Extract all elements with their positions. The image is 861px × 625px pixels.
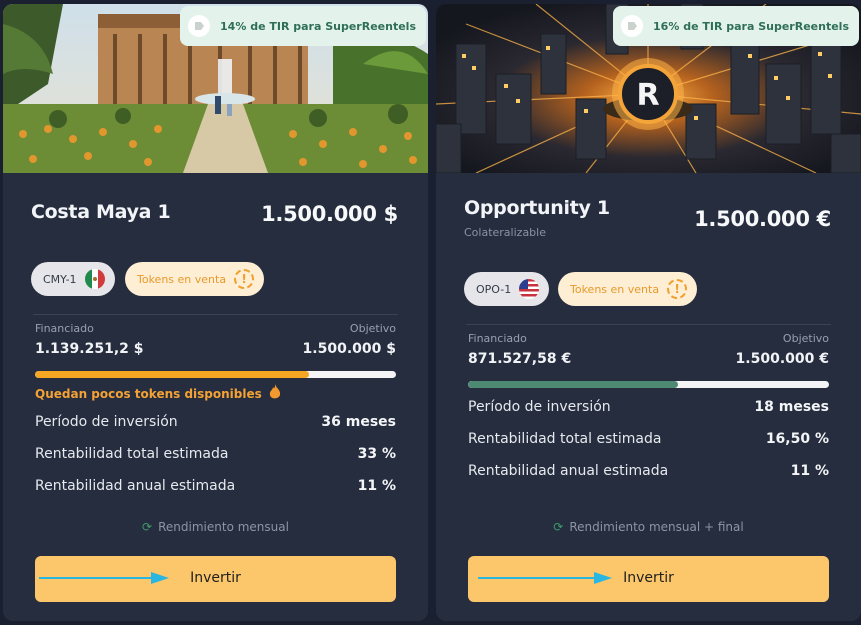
total-return-row: Rentabilidad total estimada 16,50 % (468, 431, 829, 451)
mexico-flag-icon (84, 269, 105, 289)
sale-status-text: Tokens en venta (570, 282, 660, 296)
row-label: Período de inversión (35, 414, 178, 430)
token-code-chip: OPO-1 (464, 272, 550, 306)
property-title: Costa Maya 1 (31, 201, 171, 223)
sale-status-chip: Tokens en venta ! (125, 262, 265, 296)
alert-icon: ! (234, 269, 255, 289)
property-image[interactable]: R 16% de TIR para SuperReentels (436, 4, 861, 173)
row-value: 36 meses (321, 414, 396, 430)
investment-period-row: Período de inversión 36 meses (35, 414, 396, 434)
row-label: Rentabilidad anual estimada (468, 463, 669, 479)
irr-badge-text: 16% de TIR para SuperReentels (653, 19, 849, 33)
row-value: 33 % (357, 446, 396, 462)
irr-badge-text: 14% de TIR para SuperReentels (220, 19, 416, 33)
goal-label: Objetivo (782, 332, 829, 345)
row-value: 18 meses (754, 399, 829, 415)
goal-label: Objetivo (349, 322, 396, 335)
goal-value: 1.500.000 € (735, 351, 829, 367)
token-code: OPO-1 (476, 282, 512, 296)
token-code: CMY-1 (43, 272, 77, 286)
irr-badge: 14% de TIR para SuperReentels (180, 6, 426, 46)
total-return-row: Rentabilidad total estimada 33 % (35, 446, 396, 466)
tag-icon (621, 15, 644, 37)
low-tokens-warning: Quedan pocos tokens disponibles (35, 384, 282, 403)
payout-text: Rendimiento mensual (158, 520, 289, 534)
invest-button-label: Invertir (190, 570, 241, 586)
funding-progress-fill (468, 381, 678, 388)
sale-status-chip: Tokens en venta ! (558, 272, 698, 306)
annual-return-row: Rentabilidad anual estimada 11 % (468, 463, 829, 483)
usa-flag-icon (519, 279, 540, 299)
funding-progress-bar (468, 381, 829, 388)
invest-button[interactable]: Invertir (468, 556, 829, 602)
divider (466, 324, 831, 325)
warning-text: Quedan pocos tokens disponibles (35, 386, 262, 401)
svg-text:R: R (636, 78, 659, 113)
property-price: 1.500.000 € (694, 207, 831, 231)
funding-progress-fill (35, 371, 310, 378)
funded-value: 871.527,58 € (468, 351, 572, 367)
row-value: 11 % (790, 463, 829, 479)
goal-value: 1.500.000 $ (302, 341, 396, 357)
tag-icon (188, 15, 211, 37)
refresh-icon: ⟳ (142, 520, 153, 534)
payout-type: ⟳ Rendimiento mensual + final (436, 520, 861, 534)
invest-button-label: Invertir (623, 570, 674, 586)
funded-label: Financiado (468, 332, 527, 345)
refresh-icon: ⟳ (553, 520, 564, 534)
investment-period-row: Período de inversión 18 meses (468, 399, 829, 419)
property-card-opportunity[interactable]: R 16% de TIR para SuperReentels Opportun… (436, 4, 861, 621)
property-title: Opportunity 1 (464, 197, 610, 219)
row-value: 11 % (357, 478, 396, 494)
funded-value: 1.139.251,2 $ (35, 341, 144, 357)
row-label: Rentabilidad anual estimada (35, 478, 236, 494)
property-subtitle: Colateralizable (464, 226, 546, 239)
funded-label: Financiado (35, 322, 94, 335)
fire-icon (268, 384, 282, 403)
funding-progress-bar (35, 371, 396, 378)
sale-status-text: Tokens en venta (137, 272, 227, 286)
property-price: 1.500.000 $ (261, 202, 398, 226)
row-label: Rentabilidad total estimada (468, 431, 662, 447)
annual-return-row: Rentabilidad anual estimada 11 % (35, 478, 396, 498)
irr-badge: 16% de TIR para SuperReentels (613, 6, 859, 46)
row-label: Período de inversión (468, 399, 611, 415)
invest-button[interactable]: Invertir (35, 556, 396, 602)
alert-icon: ! (667, 279, 688, 299)
payout-text: Rendimiento mensual + final (569, 520, 744, 534)
row-label: Rentabilidad total estimada (35, 446, 229, 462)
payout-type: ⟳ Rendimiento mensual (3, 520, 428, 534)
divider (33, 314, 398, 315)
property-image[interactable]: 14% de TIR para SuperReentels (3, 4, 428, 173)
token-code-chip: CMY-1 (31, 262, 115, 296)
property-card-costa-maya[interactable]: 14% de TIR para SuperReentels Costa Maya… (3, 4, 428, 621)
row-value: 16,50 % (765, 431, 829, 447)
